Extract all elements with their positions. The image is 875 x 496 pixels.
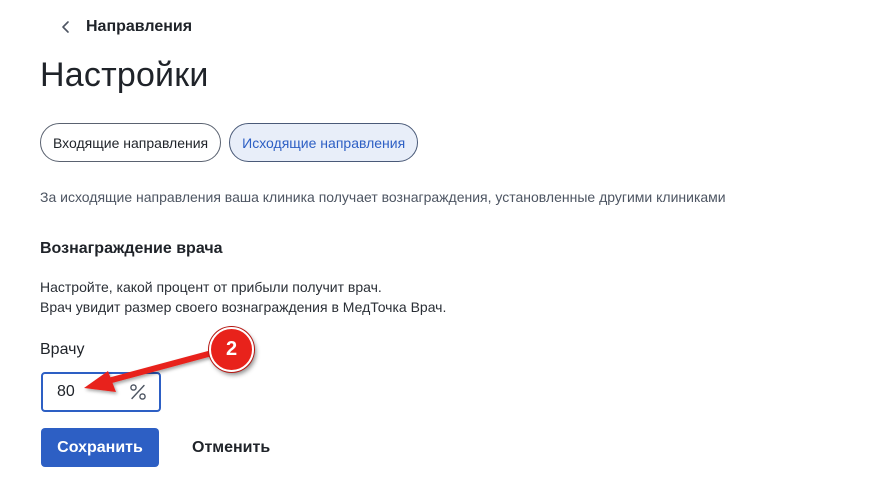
tab-description: За исходящие направления ваша клиника по… bbox=[40, 189, 726, 205]
section-title: Вознаграждение врача bbox=[40, 240, 223, 257]
tab-incoming[interactable]: Входящие направления bbox=[40, 123, 222, 162]
annotation-badge: 2 bbox=[209, 327, 254, 372]
back-link[interactable]: Направления bbox=[58, 15, 192, 39]
hint-line: Врач увидит размер своего вознаграждения… bbox=[40, 299, 447, 315]
percent-icon bbox=[129, 383, 147, 401]
settings-page: Направления Настройки Входящие направлен… bbox=[0, 0, 875, 496]
doctor-percent-input[interactable] bbox=[57, 377, 127, 407]
section-hint: Настройте, какой процент от прибыли полу… bbox=[40, 277, 446, 317]
doctor-percent-field bbox=[41, 372, 161, 412]
chevron-left-icon bbox=[58, 19, 74, 35]
tab-outgoing[interactable]: Исходящие направления bbox=[229, 123, 419, 162]
save-button[interactable]: Сохранить bbox=[41, 428, 159, 467]
doctor-percent-label: Врачу bbox=[40, 341, 85, 358]
back-link-label: Направления bbox=[86, 18, 193, 35]
tabs: Входящие направления Исходящие направлен… bbox=[40, 123, 419, 162]
cancel-button[interactable]: Отменить bbox=[178, 428, 284, 467]
hint-line: Настройте, какой процент от прибыли полу… bbox=[40, 279, 382, 295]
page-title: Настройки bbox=[40, 56, 209, 94]
